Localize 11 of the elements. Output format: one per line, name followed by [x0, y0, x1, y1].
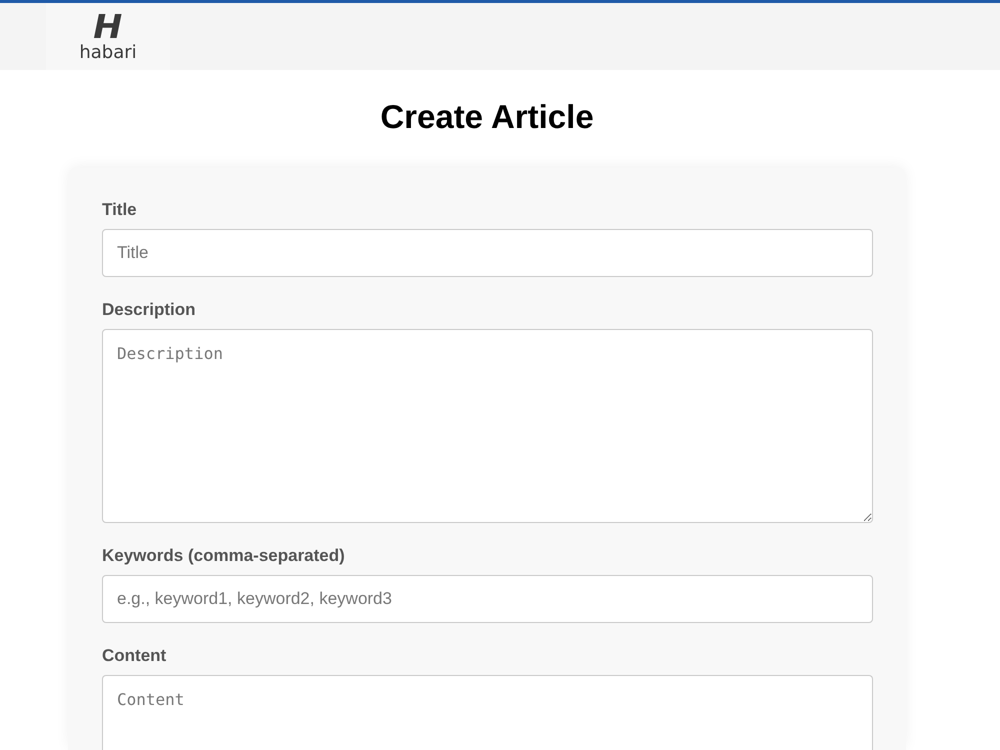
field-label: Description — [102, 300, 197, 320]
logo-mark[interactable]: H — [94, 12, 122, 42]
text-area[interactable]: Description — [102, 329, 873, 523]
text-area[interactable]: Content — [102, 675, 873, 750]
logo-text[interactable]: habari — [79, 42, 137, 64]
field-label: Title — [102, 200, 138, 220]
input-field[interactable]: Title — [102, 229, 873, 277]
input-field[interactable]: e.g., keyword1, keyword2, keyword3 — [102, 575, 873, 623]
field-label: Keywords (comma-separated) — [102, 546, 346, 566]
field-label: Content — [102, 646, 168, 666]
page-title: Create Article — [379, 97, 595, 137]
